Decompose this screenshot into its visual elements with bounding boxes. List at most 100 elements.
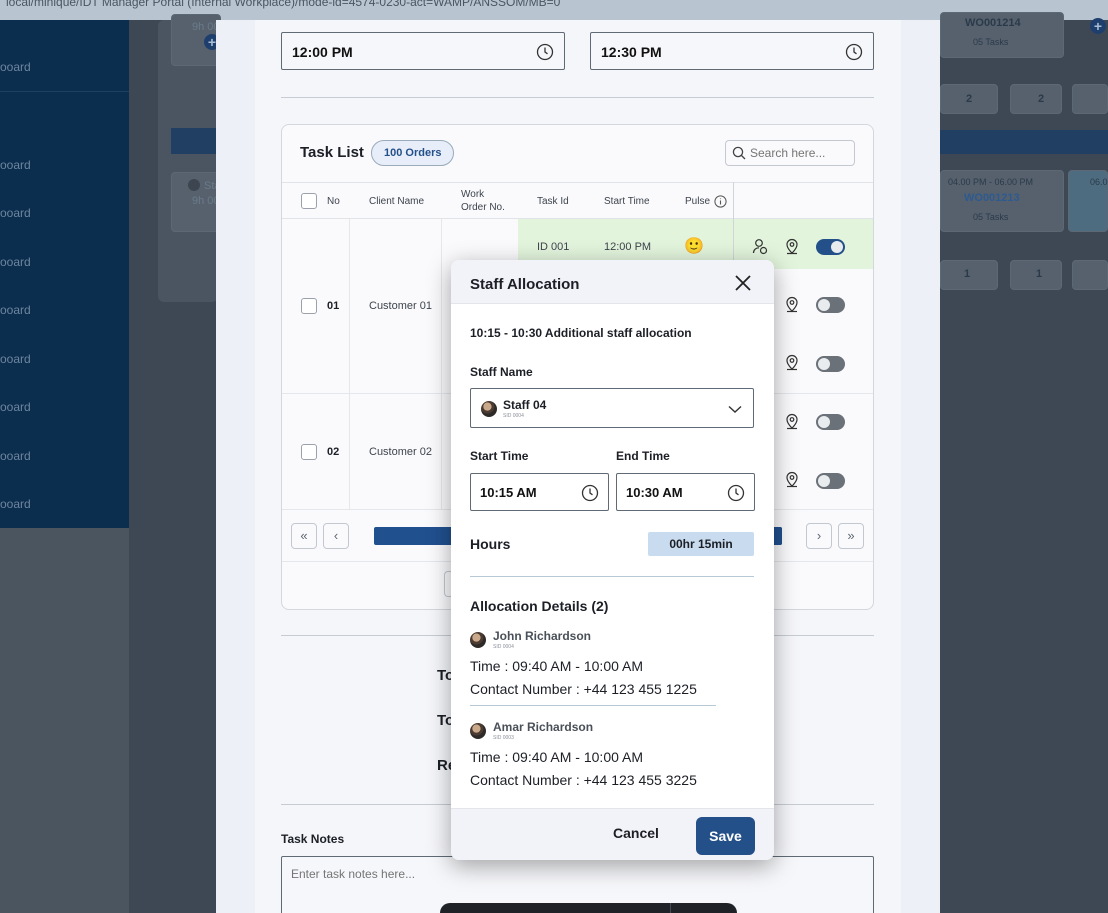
start-time-label: Start Time	[470, 449, 529, 463]
hours-label: Hours	[470, 536, 511, 552]
allocation-divider	[470, 705, 716, 706]
schedule-bar	[940, 130, 1108, 154]
cancel-button[interactable]: Cancel	[613, 825, 659, 841]
task-toggle[interactable]	[816, 473, 845, 489]
table-header: No Client Name Work Order No. Task Id St…	[282, 182, 873, 219]
allocation-contact: Contact Number : +44 123 455 1225	[470, 681, 697, 697]
sidebar-item[interactable]: ooard	[0, 352, 31, 366]
select-all-checkbox[interactable]	[301, 193, 317, 209]
col-client-name: Client Name	[369, 196, 425, 207]
sidebar-item[interactable]: ooard	[0, 60, 31, 74]
task-notes-input[interactable]	[291, 867, 861, 907]
work-order-tasks: 05 Tasks	[973, 37, 1009, 47]
dialog-header: Staff Allocation	[451, 260, 774, 304]
location-pin-icon[interactable]	[784, 295, 800, 313]
location-pin-icon[interactable]	[784, 353, 800, 371]
dialog-footer: Cancel Save	[451, 808, 774, 860]
start-time-value: 12:00 PM	[292, 44, 353, 60]
clock-icon	[845, 43, 863, 61]
add-icon[interactable]: +	[1090, 18, 1106, 34]
staff-name-label: Staff Name	[470, 365, 533, 379]
task-toggle[interactable]	[816, 356, 845, 372]
sidebar-item[interactable]: ooard	[0, 400, 31, 414]
column-divider	[441, 219, 442, 509]
first-page-button[interactable]: «	[291, 523, 317, 549]
row-checkbox[interactable]	[301, 444, 317, 460]
task-toggle[interactable]	[816, 297, 845, 313]
pulse-emoji-icon: 🙂	[684, 238, 704, 255]
staff-count-chip	[1072, 84, 1108, 114]
clock-icon	[536, 43, 554, 61]
col-no: No	[327, 196, 340, 207]
staff-name-select[interactable]: Staff 04 SID 0004	[470, 388, 754, 428]
sidebar-item[interactable]: ooard	[0, 158, 31, 172]
sidebar-item[interactable]: ooard	[0, 255, 31, 269]
staff-start-time-input[interactable]: 10:15 AM	[470, 473, 609, 511]
allocation-time: Time : 09:40 AM - 10:00 AM	[470, 749, 644, 765]
prev-page-button[interactable]: ‹	[323, 523, 349, 549]
work-order-id: WO001214	[965, 17, 1021, 29]
staff-end-time-value: 10:30 AM	[626, 485, 683, 500]
sidebar-item[interactable]: ooard	[0, 497, 31, 511]
task-start-time: 12:00 PM	[604, 241, 652, 253]
end-time-input[interactable]: 12:30 PM	[590, 32, 874, 70]
bottom-toolbar	[440, 903, 737, 913]
allocation-staff-sid: SID 0003	[493, 735, 514, 741]
selected-staff-name: Staff 04	[503, 398, 547, 412]
task-notes-label: Task Notes	[281, 832, 345, 846]
col-task-id: Task Id	[537, 196, 569, 207]
orders-count-badge: 100 Orders	[371, 140, 455, 166]
task-toggle[interactable]	[816, 414, 845, 430]
location-pin-icon[interactable]	[784, 470, 800, 488]
col-start-time: Start Time	[604, 196, 650, 207]
dialog-subtitle: 10:15 - 10:30 Additional staff allocatio…	[470, 326, 692, 340]
staff-count-chip	[1072, 260, 1108, 290]
row-client: Customer 02	[369, 446, 432, 458]
schedule-bar	[171, 128, 221, 154]
avatar	[470, 723, 486, 739]
task-search-input[interactable]	[750, 145, 848, 161]
work-order-id: WO001213	[964, 192, 1020, 204]
work-order-tasks: 05 Tasks	[973, 212, 1009, 222]
sidebar-item[interactable]: ooard	[0, 449, 31, 463]
location-pin-icon[interactable]	[784, 412, 800, 430]
save-button[interactable]: Save	[696, 817, 755, 855]
task-id: ID 001	[537, 241, 570, 253]
assign-staff-icon[interactable]	[752, 238, 768, 255]
task-toggle[interactable]	[816, 239, 845, 255]
avatar	[470, 632, 486, 648]
allocation-time: Time : 09:40 AM - 10:00 AM	[470, 658, 644, 674]
staff-count: 1	[964, 268, 971, 280]
allocation-staff-name: John Richardson	[493, 629, 592, 643]
row-no: 01	[327, 300, 340, 312]
chevron-down-icon	[728, 405, 742, 413]
location-pin-icon[interactable]	[784, 237, 800, 255]
row-checkbox[interactable]	[301, 298, 317, 314]
search-icon	[732, 146, 746, 160]
section-divider	[281, 97, 874, 98]
row-no: 02	[327, 446, 340, 458]
selected-staff-sid: SID 0004	[503, 413, 524, 419]
close-icon[interactable]	[734, 274, 752, 292]
info-icon[interactable]	[714, 195, 727, 208]
hours-value-badge: 00hr 15min	[648, 532, 754, 556]
allocation-details-title: Allocation Details (2)	[470, 598, 609, 614]
sidebar-item[interactable]: ooard	[0, 206, 31, 220]
last-page-button[interactable]: »	[838, 523, 864, 549]
address-text: local/minique/IDT Manager Portal (Intern…	[6, 0, 561, 9]
staff-count: 2	[1038, 93, 1045, 105]
sidebar-item[interactable]: ooard	[0, 303, 31, 317]
avatar	[481, 401, 497, 417]
start-time-input[interactable]: 12:00 PM	[281, 32, 565, 70]
staff-count: 1	[1036, 268, 1043, 280]
row-client: Customer 01	[369, 300, 432, 312]
staff-count: 2	[966, 93, 973, 105]
dialog-divider	[470, 576, 754, 577]
col-work-order-line2: Order No.	[461, 202, 505, 213]
staff-avatar	[188, 179, 200, 191]
next-page-button[interactable]: ›	[806, 523, 832, 549]
work-order-time: 04.00 PM - 06.00 PM	[948, 177, 1034, 187]
task-search-box[interactable]	[725, 140, 855, 166]
dialog-title: Staff Allocation	[470, 276, 580, 293]
staff-end-time-input[interactable]: 10:30 AM	[616, 473, 755, 511]
